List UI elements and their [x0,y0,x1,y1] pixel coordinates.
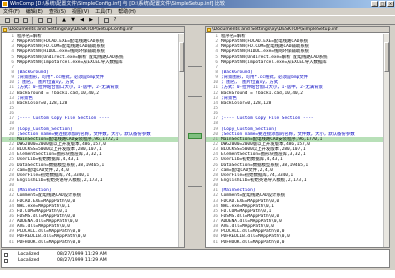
file-status-icon [4,253,8,257]
line-text: ;---- Custom Copy File Section ---- [17,116,110,122]
scrollbar-thumb[interactable] [179,42,184,72]
copy-right-button[interactable]: ▶ [87,16,95,24]
menu-edit[interactable]: 编辑(E) [26,8,43,15]
line-number: 41 [212,239,218,245]
right-vertical-scrollbar[interactable] [383,34,389,247]
right-file-path: \Documents and Settings\xy\DESKTOP\Simpl… [206,27,389,33]
menu-search[interactable]: 查找(S) [49,8,66,15]
gear-icon [103,17,109,23]
menu-file[interactable]: 文件(F) [3,8,20,15]
close-button[interactable]: × [387,1,394,7]
save-button[interactable] [21,16,29,24]
toolbar-separator [98,16,99,24]
file-icon [3,28,7,32]
gutter-mark [188,96,202,97]
compare-button[interactable] [36,16,44,24]
toolbar: ▲ ▼ ◀ ▶ ? [0,15,395,25]
menu-tools[interactable]: 工具(T) [95,8,112,15]
line-text: EnglishLib=初始英语导入模板,2,173,1 [221,177,307,183]
open-right-button[interactable] [12,16,20,24]
toolbar-separator [32,16,33,24]
file-info-label: Localized [18,258,40,263]
gutter-mark [188,186,202,187]
next-diff-button[interactable]: ▼ [69,16,77,24]
file-icon [207,28,211,32]
maximize-button[interactable]: □ [379,1,386,7]
file-info-date: 08/27/1999 11:29 AM [57,258,107,263]
menu-view[interactable]: 视图(V) [72,8,89,15]
menu-help[interactable]: 帮助(H) [118,8,136,15]
diff-gutter[interactable] [186,26,204,248]
line-text: PDFHOOK.dll=MAppPath\0,0 [221,239,285,245]
refresh-icon [46,17,52,23]
title-bar: WinComp [D:\系统\配置文件\SimpleConfig.inf] 与 … [0,0,395,8]
line-text: MAppPathN(impotarcel.exe=从EXCEL导入数据库 [17,59,123,65]
left-vertical-scrollbar[interactable] [178,34,184,247]
right-file-path-text: \Documents and Settings\xy\DESKTOP\Simpl… [212,27,338,32]
help-button[interactable]: ? [111,16,119,24]
left-text-area[interactable]: 1 程序名=解析 2 MAppPathN(FDCAD.EXE=配电线路CAD系统 3 MA… [2,34,178,247]
text-line[interactable]: 41 PDFHOOK.dll=MAppPath\0,0 [2,240,178,245]
prev-diff-button[interactable]: ▲ [60,16,68,24]
file-info-row[interactable]: Localized 08/27/1999 11:29 AM [2,258,389,264]
line-text: PDFHOOK.dll=MAppPath\0,0 [17,239,81,245]
menu-bar: 文件(F) 编辑(E) 查找(S) 视图(V) 工具(T) 帮助(H) [0,8,395,15]
line-text: BackColor=0,128,128 [17,100,68,106]
save-icon [22,17,28,23]
page-footer [0,270,395,278]
left-file-pane: \Documents and Settings\xy\DESKTOP\Setup… [1,26,185,248]
right-file-pane: \Documents and Settings\xy\DESKTOP\Simpl… [205,26,390,248]
minimize-button[interactable]: _ [371,1,378,7]
toolbar-separator [56,16,57,24]
window-controls: _ □ × [371,1,394,7]
line-number: 41 [8,239,14,245]
refresh-button[interactable] [45,16,53,24]
left-file-path: \Documents and Settings\xy\DESKTOP\Setup… [2,27,184,33]
open-left-button[interactable] [3,16,11,24]
line-text: BackColor=0,128,128 [221,100,272,106]
compare-icon [37,17,43,23]
left-file-path-text: \Documents and Settings\xy\DESKTOP\Setup… [8,27,133,32]
right-text-area[interactable]: 1 程序名=解析 2 MAppPathN(FDCAD.EXE=配电线路CAD系统 3 MA… [206,34,383,247]
app-icon [2,1,8,7]
file-info-panel: Localized 08/27/1999 11:29 AM Localized … [1,249,390,268]
app-window: WinComp [D:\系统\配置文件\SimpleConfig.inf] 与 … [0,0,395,270]
file-status-icon [4,259,8,263]
text-line[interactable]: 41 PDFHOOK.dll=MAppPath\0,0 [206,240,383,245]
line-text: MAppPathN(impotarcel.exe=从EXCEL导入数据库 [221,59,327,65]
folder-icon [13,17,19,23]
gutter-mark [188,66,202,67]
window-title: WinComp [D:\系统\配置文件\SimpleConfig.inf] 与 … [10,1,225,7]
line-text: EnglishLib=初始英语导入模板,2,173,1 [17,177,103,183]
copy-left-button[interactable]: ◀ [78,16,86,24]
scrollbar-thumb[interactable] [384,42,389,72]
folder-icon [4,17,10,23]
diff-marker[interactable] [188,133,202,139]
line-text: ;---- Custom Copy File Section ---- [221,116,314,122]
options-button[interactable] [102,16,110,24]
